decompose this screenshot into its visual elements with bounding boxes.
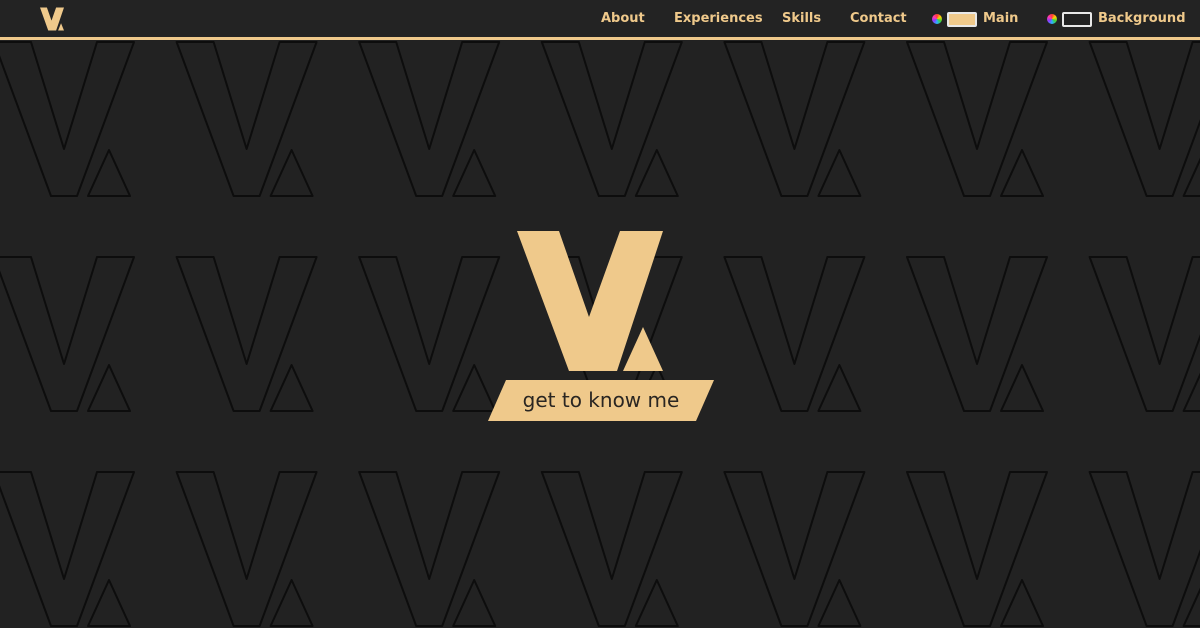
hero-section: get to know me [488, 231, 714, 423]
pattern-v-mark [906, 41, 1048, 197]
v-logo-icon [517, 231, 663, 371]
v-logo-icon[interactable] [40, 7, 64, 31]
color-wheel-icon [932, 14, 942, 24]
color-wheel-icon [1047, 14, 1057, 24]
page: About Experiences Skills Contact Main Ba… [0, 0, 1200, 628]
pattern-v-mark [723, 41, 866, 197]
pattern-v-mark [1088, 41, 1200, 197]
nav-link-skills[interactable]: Skills [782, 11, 821, 27]
pattern-v-mark [1088, 256, 1200, 412]
main-color-picker[interactable]: Main [932, 10, 1018, 28]
pattern-v-mark [358, 41, 501, 197]
get-to-know-me-button[interactable]: get to know me [488, 380, 714, 421]
nav-link-contact[interactable]: Contact [850, 11, 907, 27]
pattern-v-mark [540, 41, 683, 197]
pattern-v-mark [723, 256, 866, 412]
main-color-label: Main [983, 11, 1019, 26]
background-color-swatch[interactable] [1062, 11, 1092, 27]
main-color-swatch[interactable] [947, 11, 977, 27]
get-to-know-me-label: get to know me [522, 388, 680, 412]
pattern-v-mark [175, 471, 318, 627]
background-color-label: Background [1098, 11, 1186, 26]
top-navbar: About Experiences Skills Contact Main Ba… [0, 0, 1200, 40]
pattern-v-mark [358, 256, 501, 412]
pattern-v-mark [175, 41, 318, 197]
pattern-v-mark [0, 256, 135, 412]
nav-link-experiences[interactable]: Experiences [674, 11, 763, 27]
pattern-v-mark [540, 471, 683, 627]
pattern-v-mark [906, 471, 1048, 627]
nav-link-about[interactable]: About [601, 11, 645, 27]
pattern-v-mark [175, 256, 318, 412]
pattern-v-mark [723, 471, 866, 627]
pattern-v-mark [0, 471, 135, 627]
background-color-picker[interactable]: Background [1047, 10, 1186, 28]
pattern-v-mark [1088, 471, 1200, 627]
pattern-v-mark [906, 256, 1048, 412]
pattern-v-mark [0, 41, 135, 197]
pattern-v-mark [358, 471, 501, 627]
